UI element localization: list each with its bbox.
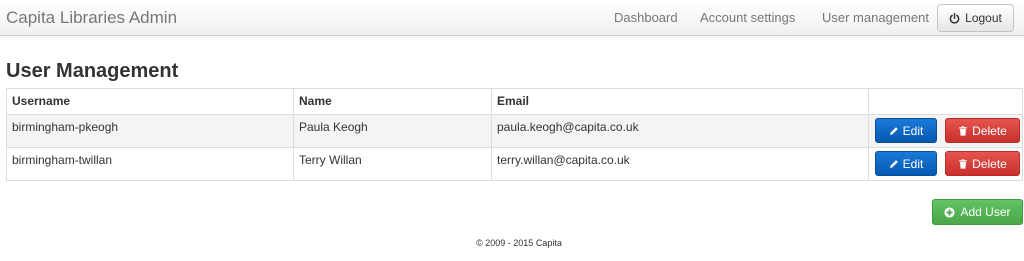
edit-label: Edit <box>902 123 924 138</box>
top-navbar: Capita Libraries Admin Dashboard Account… <box>0 0 1024 36</box>
table-row: birmingham-twillan Terry Willan terry.wi… <box>7 147 1022 180</box>
add-user-button[interactable]: Add User <box>932 199 1023 225</box>
nav-link-account-settings[interactable]: Account settings <box>700 10 795 26</box>
edit-label: Edit <box>902 156 924 171</box>
logout-button[interactable]: Logout <box>937 4 1014 32</box>
pencil-icon <box>889 159 898 168</box>
table-header-row: Username Name Email <box>7 89 1022 113</box>
table-row: birmingham-pkeogh Paula Keogh paula.keog… <box>7 114 1022 147</box>
cell-email: terry.willan@capita.co.uk <box>491 148 868 180</box>
cell-name: Terry Willan <box>293 148 491 180</box>
cell-username: birmingham-twillan <box>12 153 113 167</box>
delete-button[interactable]: Delete <box>945 151 1020 176</box>
logout-label: Logout <box>965 11 1002 25</box>
column-header-name: Name <box>293 89 491 113</box>
delete-label: Delete <box>972 156 1007 171</box>
pencil-icon <box>889 126 898 135</box>
edit-button[interactable]: Edit <box>875 118 937 143</box>
column-header-username: Username <box>12 94 71 108</box>
nav-link-user-management[interactable]: User management <box>822 10 929 26</box>
footer-copyright: © 2009 - 2015 Capita <box>476 238 562 248</box>
cell-actions: Edit Delete <box>868 148 1022 180</box>
column-header-email: Email <box>491 89 868 113</box>
cell-name: Paula Keogh <box>293 115 491 147</box>
plus-circle-icon <box>944 206 956 218</box>
brand-title[interactable]: Capita Libraries Admin <box>6 8 177 28</box>
edit-button[interactable]: Edit <box>875 151 937 176</box>
users-table: Username Name Email birmingham-pkeogh Pa… <box>6 88 1023 181</box>
nav-link-dashboard[interactable]: Dashboard <box>614 10 678 26</box>
delete-label: Delete <box>972 123 1007 138</box>
power-icon <box>949 12 960 24</box>
add-user-label: Add User <box>960 205 1011 219</box>
trash-icon <box>959 158 967 169</box>
cell-actions: Edit Delete <box>868 115 1022 147</box>
trash-icon <box>959 125 967 136</box>
page-title: User Management <box>6 60 179 82</box>
column-header-actions <box>868 89 1022 113</box>
cell-email: paula.keogh@capita.co.uk <box>491 115 868 147</box>
delete-button[interactable]: Delete <box>945 118 1020 143</box>
cell-username: birmingham-pkeogh <box>12 120 119 134</box>
